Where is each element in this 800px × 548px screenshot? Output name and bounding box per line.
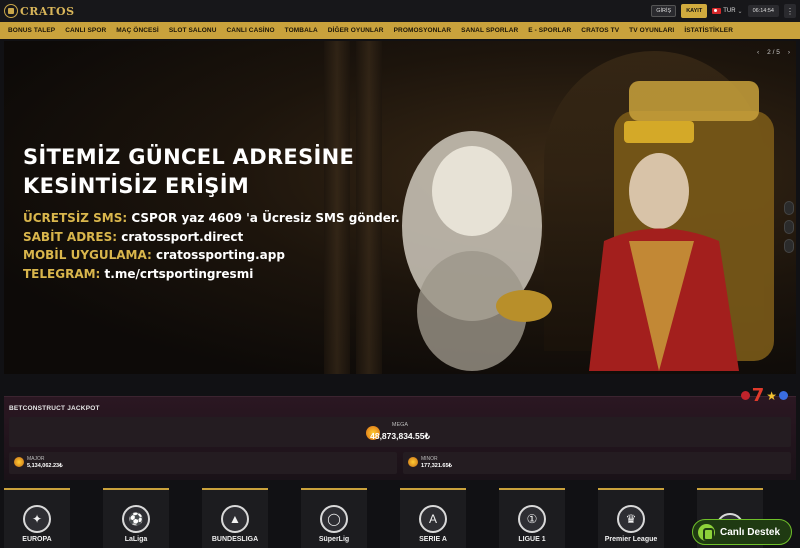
clock: 06:14:54 xyxy=(747,5,779,17)
nav-item-e-sporlar[interactable]: E - SPORLAR xyxy=(523,22,576,39)
major-jackpot-icon xyxy=(14,457,24,467)
jackpot-panel: 7 ★ BETCONSTRUCT JACKPOT MEGA 48,873,834… xyxy=(4,385,796,480)
banner-info-line: TELEGRAM: t.me/crtsportingresmi xyxy=(23,265,400,284)
language-selector[interactable]: TUR ⌄ xyxy=(712,8,743,15)
league-label: Premier League xyxy=(604,536,658,543)
cherry-icon xyxy=(740,391,750,400)
serie-a-icon: A xyxy=(419,505,447,533)
register-button[interactable]: KAYIT xyxy=(681,4,708,18)
info-value: CSPOR yaz 4609 'a Ücresiz SMS gönder. xyxy=(131,211,400,225)
side-control[interactable] xyxy=(784,239,794,253)
league-label: LaLiga xyxy=(124,536,148,543)
header-actions: GİRİŞ KAYIT TUR ⌄ 06:14:54 ⋮ xyxy=(651,3,796,19)
chevron-left-icon[interactable]: ‹ xyxy=(757,49,759,56)
league-bundesliga[interactable]: ▲ BUNDESLIGA xyxy=(202,488,268,548)
info-value: t.me/crtsportingresmi xyxy=(104,266,254,281)
league-label: EUROPA xyxy=(22,536,52,543)
banner-side-controls xyxy=(784,201,794,253)
major-label: MAJOR xyxy=(27,456,45,462)
laliga-icon: ⚽ xyxy=(122,505,150,533)
star-icon: ★ xyxy=(766,388,777,403)
nav-item-sanal-sporlar[interactable]: SANAL SPORLAR xyxy=(456,22,523,39)
nav-item-istatistikler[interactable]: İSTATİSTİKLER xyxy=(679,22,738,39)
league-serie-a[interactable]: A SERIE A xyxy=(400,488,466,548)
mega-value: 48,873,834.55₺ xyxy=(370,431,430,441)
league-superlig[interactable]: ◯ SüperLig xyxy=(301,488,367,548)
side-control[interactable] xyxy=(784,220,794,234)
bundesliga-icon: ▲ xyxy=(221,505,249,533)
ligue1-icon: ① xyxy=(518,505,546,533)
superlig-icon: ◯ xyxy=(320,505,348,533)
banner-info-line: MOBİL UYGULAMA: cratossporting.app xyxy=(23,246,400,265)
language-label: TUR xyxy=(723,8,736,14)
chevron-down-icon: ⌄ xyxy=(737,8,743,15)
info-value: cratossporting.app xyxy=(155,248,285,262)
main-nav: BONUS TALEP CANLI SPOR MAÇ ÖNCESİ SLOT S… xyxy=(0,22,800,39)
minor-jackpot-icon xyxy=(408,457,418,467)
live-support-label: Canlı Destek xyxy=(720,526,781,538)
logo-text: CRATOS xyxy=(20,4,75,18)
league-premier-league[interactable]: ♛ Premier League xyxy=(598,488,664,548)
nav-item-cratos-tv[interactable]: CRATOS TV xyxy=(576,22,624,39)
banner-page-indicator: 2 / 5 xyxy=(767,49,780,56)
mega-label: MEGA xyxy=(391,422,409,428)
league-carousel: ✦ EUROPA ⚽ LaLiga ▲ BUNDESLIGA ◯ SüperLi… xyxy=(4,488,796,548)
banner-king-lion-art xyxy=(402,81,774,371)
info-value: cratossport.direct xyxy=(121,229,244,244)
nav-item-mac-oncesi[interactable]: MAÇ ÖNCESİ xyxy=(111,22,164,39)
info-key: ÜCRETSİZ SMS: xyxy=(23,211,128,225)
seven-icon: 7 xyxy=(751,385,765,406)
turkey-flag-icon xyxy=(712,8,722,14)
side-control[interactable] xyxy=(784,201,794,215)
jackpot-mega: MEGA 48,873,834.55₺ xyxy=(9,417,791,447)
banner-pager: ‹ 2 / 5 › xyxy=(757,49,790,56)
live-support-button[interactable]: Canlı Destek xyxy=(692,519,792,545)
major-value: 5,134,062.23₺ xyxy=(27,463,63,469)
jackpot-title: BETCONSTRUCT JACKPOT xyxy=(9,405,100,412)
ball-icon xyxy=(779,391,788,400)
nav-item-canli-spor[interactable]: CANLI SPOR xyxy=(60,22,111,39)
nav-item-diger-oyunlar[interactable]: DİĞER OYUNLAR xyxy=(323,22,389,39)
europa-league-icon: ✦ xyxy=(23,505,51,533)
nav-item-tombala[interactable]: TOMBALA xyxy=(280,22,323,39)
page: CRATOS GİRİŞ KAYIT TUR ⌄ 06:14:54 ⋮ BONU… xyxy=(0,0,800,548)
info-key: MOBİL UYGULAMA: xyxy=(23,248,152,262)
kebab-icon[interactable]: ⋮ xyxy=(784,4,796,18)
nav-item-promosyonlar[interactable]: PROMOSYONLAR xyxy=(389,22,457,39)
info-key: TELEGRAM: xyxy=(23,266,101,281)
banner-title: SİTEMİZ GÜNCEL ADRESİNE KESİNTİSİZ ERİŞİ… xyxy=(23,143,354,201)
nav-item-slot-salonu[interactable]: SLOT SALONU xyxy=(164,22,222,39)
league-ligue1[interactable]: ① LIGUE 1 xyxy=(499,488,565,548)
league-label: SERIE A xyxy=(419,536,447,543)
top-bar: CRATOS GİRİŞ KAYIT TUR ⌄ 06:14:54 ⋮ xyxy=(0,0,800,22)
minor-label: MINOR xyxy=(421,456,438,462)
banner-title-line: KESİNTİSİZ ERİŞİM xyxy=(23,174,250,198)
chat-support-icon xyxy=(698,523,715,541)
jackpot-major: MAJOR 5,134,062.23₺ xyxy=(9,452,397,474)
minor-value: 177,321.65₺ xyxy=(421,463,453,469)
slot-machine-art: 7 ★ xyxy=(740,385,788,406)
premier-league-icon: ♛ xyxy=(617,505,645,533)
jackpot-minor: MINOR 177,321.65₺ xyxy=(403,452,791,474)
banner-info-lines: ÜCRETSİZ SMS: CSPOR yaz 4609 'a Ücresiz … xyxy=(23,209,400,283)
banner-info-line: SABİT ADRES: cratossport.direct xyxy=(23,228,400,247)
nav-item-bonus-talep[interactable]: BONUS TALEP xyxy=(4,22,60,39)
banner-info-line: ÜCRETSİZ SMS: CSPOR yaz 4609 'a Ücresiz … xyxy=(23,209,400,228)
info-key: SABİT ADRES: xyxy=(23,229,118,244)
hero-banner[interactable]: ‹ 2 / 5 › SİTEMİZ GÜNCEL ADRESİNE KESİNT… xyxy=(4,41,796,374)
login-button[interactable]: GİRİŞ xyxy=(651,5,677,17)
nav-item-tv-oyunlari[interactable]: TV OYUNLARI xyxy=(624,22,679,39)
league-label: LIGUE 1 xyxy=(518,536,546,543)
league-europa[interactable]: ✦ EUROPA xyxy=(4,488,70,548)
league-label: BUNDESLIGA xyxy=(211,536,259,543)
chevron-right-icon[interactable]: › xyxy=(788,49,790,56)
nav-item-canli-casino[interactable]: CANLI CASİNO xyxy=(222,22,280,39)
banner-title-line: SİTEMİZ GÜNCEL ADRESİNE xyxy=(23,145,355,169)
site-logo[interactable]: CRATOS xyxy=(4,2,75,20)
league-laliga[interactable]: ⚽ LaLiga xyxy=(103,488,169,548)
logo-emblem-icon xyxy=(4,4,18,18)
league-label: SüperLig xyxy=(318,536,350,543)
